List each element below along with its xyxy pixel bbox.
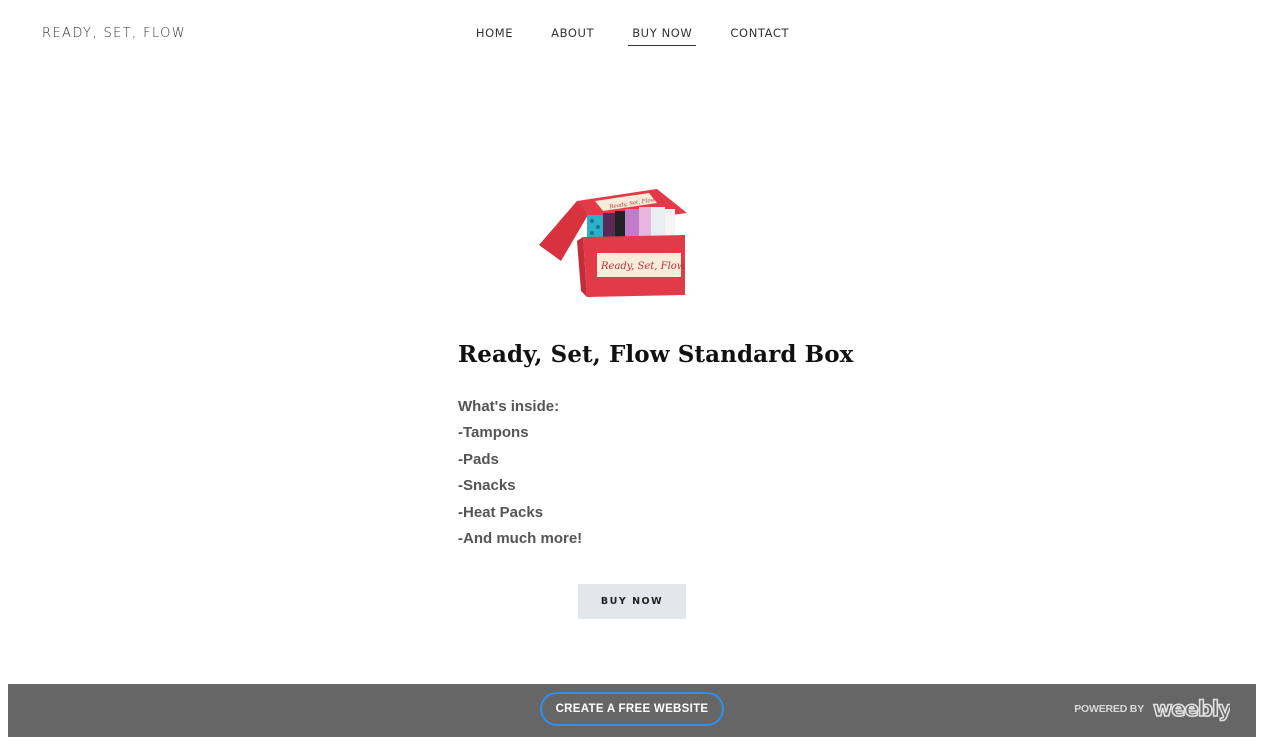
nav-item-buy-now[interactable]: BUY NOW (628, 26, 697, 46)
front-label-text: Ready, Set, Flow (600, 261, 686, 272)
nav-item-contact[interactable]: CONTACT (726, 26, 793, 46)
buy-now-button[interactable]: BUY NOW (578, 584, 686, 619)
product-title: Ready, Set, Flow Standard Box (458, 341, 854, 368)
details-line: -Heat Packs (458, 503, 544, 521)
product-details: What's inside: -Tampons -Pads -Snacks -H… (458, 394, 582, 552)
weebly-logo-icon: weebly (1152, 696, 1230, 722)
create-free-website-button[interactable]: CREATE A FREE WEBSITE (540, 692, 724, 726)
nav-item-about[interactable]: ABOUT (547, 26, 598, 46)
powered-by-label: POWERED BY (1074, 703, 1144, 715)
details-line: -Snacks (458, 477, 516, 495)
powered-by-weebly-link[interactable]: POWERED BY weebly (1074, 696, 1230, 722)
details-line: What's inside: (458, 398, 560, 415)
main-nav: HOME ABOUT BUY NOW CONTACT (0, 26, 1265, 46)
details-line: -And much more! (458, 530, 583, 548)
weebly-footer: CREATE A FREE WEBSITE POWERED BY weebly (8, 684, 1256, 737)
details-line: -Pads (458, 450, 499, 468)
product-box-image: Ready, Set, Flow Ready, Set, Flow (539, 189, 687, 297)
nav-item-home[interactable]: HOME (472, 26, 517, 46)
svg-text:weebly: weebly (1153, 697, 1230, 721)
details-line: -Tampons (458, 424, 529, 442)
